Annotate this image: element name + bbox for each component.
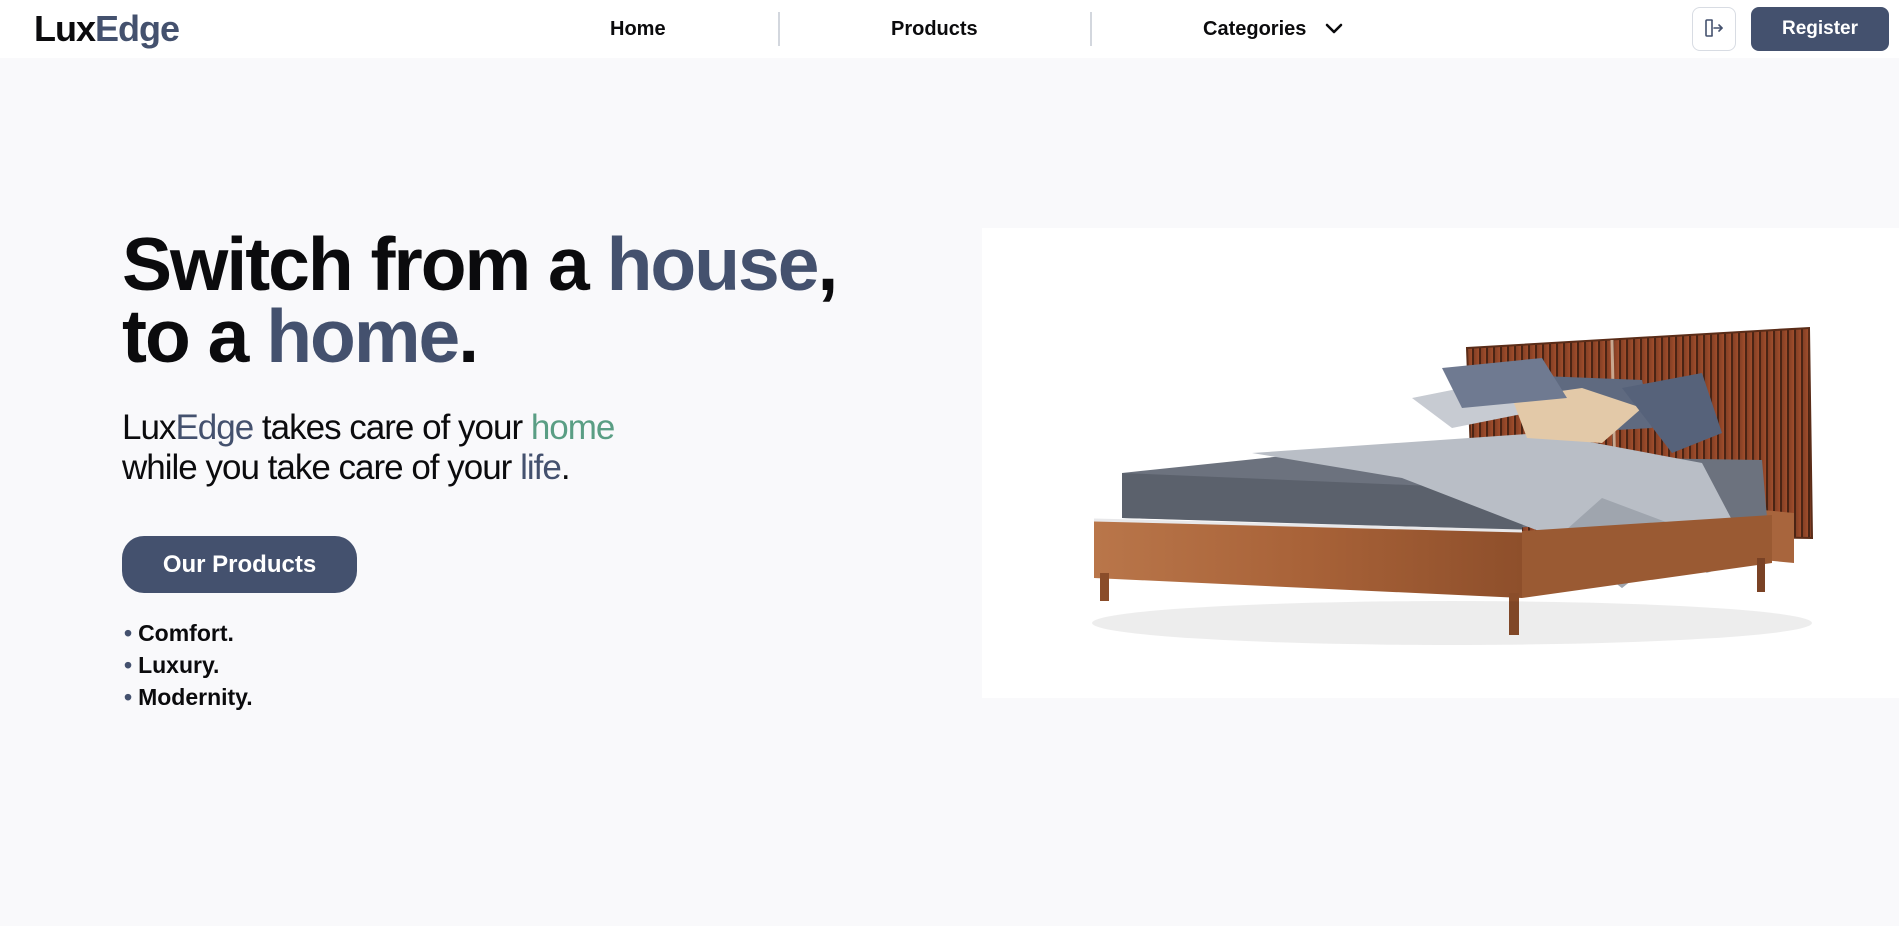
tagline-brand-edge: Edge [175, 408, 254, 447]
tagline-text: while you take care of your [122, 448, 521, 487]
bullet-icon: • [124, 684, 133, 710]
nav-categories-link[interactable]: Categories [1203, 17, 1306, 41]
bullet-icon: • [124, 620, 133, 646]
bed-image [982, 228, 1899, 698]
feature-label: Luxury. [138, 652, 220, 678]
nav-divider [778, 12, 780, 46]
our-products-button[interactable]: Our Products [122, 536, 357, 593]
list-item: • Luxury. [124, 649, 253, 681]
hero-tagline: LuxEdge takes care of your home while yo… [122, 408, 616, 488]
nav-divider [1090, 12, 1092, 46]
top-navbar: LuxEdge Home Products Categories Registe… [0, 0, 1899, 58]
nav-products-link[interactable]: Products [891, 17, 978, 41]
tagline-accent-home: home [530, 408, 616, 447]
bullet-icon: • [124, 652, 133, 678]
feature-label: Comfort. [138, 620, 234, 646]
tagline-text: takes care of your [253, 408, 531, 447]
headline-text: , [817, 222, 838, 306]
headline-text: to a [122, 294, 267, 378]
headline-text: . [458, 294, 479, 378]
register-button[interactable]: Register [1751, 7, 1889, 51]
feature-list: • Comfort. • Luxury. • Modernity. [124, 617, 253, 713]
nav-home-link[interactable]: Home [610, 17, 666, 41]
hero-headline: Switch from a house, to a home. [122, 227, 838, 374]
headline-accent: house [606, 222, 820, 306]
logo[interactable]: LuxEdge [34, 8, 180, 50]
chevron-down-icon[interactable] [1322, 18, 1346, 40]
feature-label: Modernity. [138, 684, 253, 710]
tagline-text: . [560, 448, 571, 487]
logo-edge-text: Edge [95, 8, 180, 49]
tagline-accent-life: life [520, 448, 562, 487]
list-item: • Modernity. [124, 681, 253, 713]
logo-lux-text: Lux [34, 8, 96, 49]
tagline-brand-lux: Lux [122, 408, 176, 447]
list-item: • Comfort. [124, 617, 253, 649]
sign-in-icon [1703, 17, 1725, 42]
login-button[interactable] [1692, 7, 1736, 51]
headline-accent: home [266, 294, 460, 378]
